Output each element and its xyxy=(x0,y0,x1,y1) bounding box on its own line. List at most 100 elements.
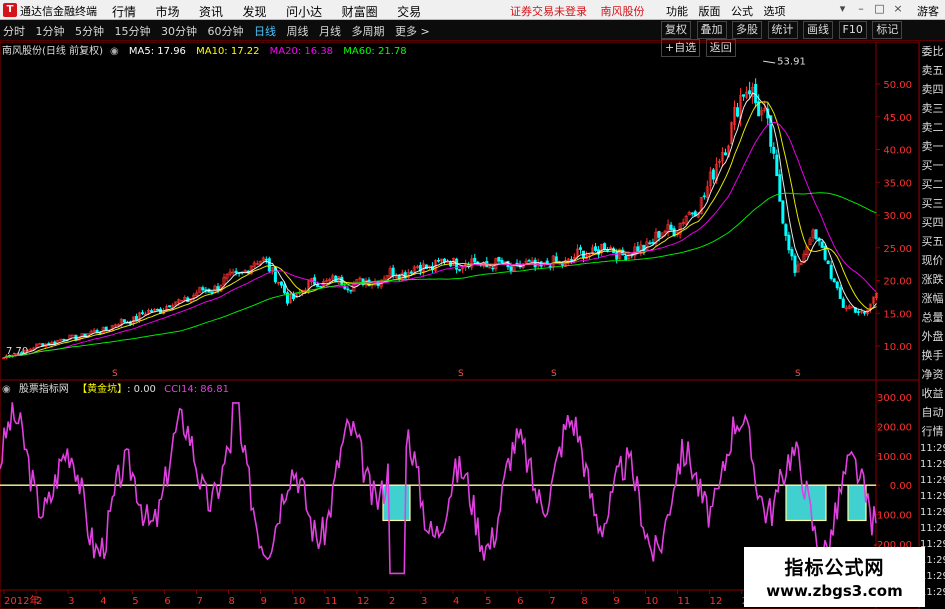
quote-item[interactable]: 涨幅 xyxy=(920,289,945,308)
quote-item[interactable]: 卖三 xyxy=(920,99,945,118)
quote-item[interactable]: 外盘 xyxy=(920,327,945,346)
candle-body xyxy=(527,260,531,262)
menu-item-discover[interactable]: 发现 xyxy=(243,3,267,20)
menu-item-quotes[interactable]: 行情 xyxy=(112,3,136,20)
close-icon[interactable]: × xyxy=(892,2,905,15)
period-tab-monthly[interactable]: 月线 xyxy=(319,23,341,39)
period-tab-daily[interactable]: 日线 xyxy=(254,23,276,39)
candle-body xyxy=(264,258,268,261)
candle-body xyxy=(409,271,413,274)
candle-body xyxy=(624,255,628,261)
time-tick-label: 5 xyxy=(132,596,138,607)
period-tab-timeshare[interactable]: 分时 xyxy=(3,23,25,39)
quote-item[interactable]: 买五 xyxy=(920,232,945,251)
candle-body xyxy=(748,90,752,95)
period-tab-1min[interactable]: 1分钟 xyxy=(36,23,65,39)
quote-item[interactable]: 自动 xyxy=(920,403,945,422)
period-tab-60min[interactable]: 60分钟 xyxy=(208,23,244,39)
app-name: 通达信金融终端 xyxy=(20,5,97,18)
signal-marker: S xyxy=(112,369,118,379)
candle-body xyxy=(156,308,160,311)
quote-item[interactable]: 总量 xyxy=(920,308,945,327)
period-tab-multi[interactable]: 多周期 xyxy=(352,23,385,39)
quote-item[interactable]: 卖四 xyxy=(920,80,945,99)
quote-item[interactable]: 买二 xyxy=(920,175,945,194)
menu-item-assistant[interactable]: 问小达 xyxy=(286,3,322,20)
period-selector: 分时 1分钟 5分钟 15分钟 30分钟 60分钟 日线 周线 月线 多周期 更… xyxy=(3,23,437,39)
quote-item[interactable]: 涨跌 xyxy=(920,270,945,289)
time-tick-label: 12 xyxy=(710,596,723,607)
time-tick-label: 7 xyxy=(549,596,555,607)
menu-item-formula[interactable]: 公式 xyxy=(731,5,753,18)
quote-item[interactable]: 卖五 xyxy=(920,61,945,80)
adjust-button[interactable]: 复权 xyxy=(661,21,691,39)
multi-stock-button[interactable]: 多股 xyxy=(732,21,762,39)
quote-item[interactable]: 买三 xyxy=(920,194,945,213)
time-tick-label: 10 xyxy=(293,596,306,607)
f10-button[interactable]: F10 xyxy=(838,21,867,39)
maximize-icon[interactable]: □ xyxy=(873,2,886,15)
price-tick-label: 40.00 xyxy=(883,146,912,157)
login-status-text[interactable]: 证券交易未登录 xyxy=(510,5,587,18)
period-tab-more[interactable]: 更多 > xyxy=(395,23,430,39)
time-tick-label: 12 xyxy=(357,596,370,607)
candle-body xyxy=(98,332,102,335)
candle-body xyxy=(104,326,108,331)
candle-body xyxy=(781,200,785,224)
title-bar: T 通达信金融终端 行情 市场 资讯 发现 问小达 财富圈 交易 证券交易未登录… xyxy=(0,0,945,20)
quote-item[interactable]: 收益 xyxy=(920,384,945,403)
candle-body xyxy=(736,107,740,117)
overlay-button[interactable]: 叠加 xyxy=(696,21,727,39)
menu-item-options[interactable]: 选项 xyxy=(764,5,786,18)
period-tab-15min[interactable]: 15分钟 xyxy=(115,23,151,39)
candle-body xyxy=(711,169,715,180)
quote-item[interactable]: 行情 xyxy=(920,422,945,441)
minimize-icon[interactable]: – xyxy=(855,2,868,15)
time-tick-label: 3 xyxy=(421,596,427,607)
period-tab-weekly[interactable]: 周线 xyxy=(287,23,309,39)
ma5-label: MA5: 17.96 xyxy=(128,46,186,57)
guest-user[interactable]: 游客 xyxy=(917,3,939,19)
quote-item[interactable]: 买一 xyxy=(920,156,945,175)
quote-item[interactable]: 净资 xyxy=(920,365,945,384)
quote-item[interactable]: 卖一 xyxy=(920,137,945,156)
candle-body xyxy=(140,312,144,315)
main-chart-legend: 南风股份(日线 前复权) ◉ MA5: 17.96 MA10: 17.22 MA2… xyxy=(2,42,414,57)
period-tab-30min[interactable]: 30分钟 xyxy=(161,23,197,39)
menu-item-layout[interactable]: 版面 xyxy=(699,5,721,18)
time-entry: 11:29 xyxy=(920,443,945,454)
candle-body xyxy=(168,305,172,308)
draw-line-button[interactable]: 画线 xyxy=(803,21,833,39)
quote-item[interactable]: 换手 xyxy=(920,346,945,365)
menu-item-news[interactable]: 资讯 xyxy=(199,3,223,20)
quote-item[interactable]: 现价 xyxy=(920,251,945,270)
chart-area[interactable]: 50.0045.0040.0035.0030.0025.0020.0015.00… xyxy=(0,42,919,609)
price-tick-label: 20.00 xyxy=(883,277,912,288)
quote-item[interactable]: 卖二 xyxy=(920,118,945,137)
quote-column: 委比 卖五 卖四 卖三 卖二 卖一 买一 买二 买三 买四 买五 现价 涨跌 涨幅 总量 外盘 换手 净资 收益 自动… xyxy=(919,42,945,609)
high-pointer xyxy=(763,60,776,64)
window-buttons: ▾ – □ × xyxy=(836,2,907,15)
menu-arrow-icon[interactable]: ▾ xyxy=(836,2,849,15)
candle-body xyxy=(826,260,830,265)
quote-item[interactable]: 委比 xyxy=(920,42,945,61)
mark-button[interactable]: 标记 xyxy=(872,21,903,39)
candle-body xyxy=(594,246,598,251)
period-tab-5min[interactable]: 5分钟 xyxy=(75,23,104,39)
menu-item-function[interactable]: 功能 xyxy=(666,5,688,18)
menu-item-trade[interactable]: 交易 xyxy=(397,3,421,20)
quote-item[interactable]: 买四 xyxy=(920,213,945,232)
indicator-dot-icon[interactable]: ◉ xyxy=(2,384,11,395)
candle-body xyxy=(820,241,824,248)
candle-body xyxy=(778,174,782,202)
price-tick-label: 15.00 xyxy=(883,309,912,320)
menu-item-market[interactable]: 市场 xyxy=(156,3,180,20)
cci-label: CCI14: 86.81 xyxy=(164,384,229,395)
candle-body xyxy=(787,234,791,251)
price-tick-label: 45.00 xyxy=(883,113,912,124)
menu-item-wealth[interactable]: 财富圈 xyxy=(342,3,378,20)
candle-body xyxy=(267,258,271,272)
statistics-button[interactable]: 统计 xyxy=(767,21,798,39)
legend-dot-icon[interactable]: ◉ xyxy=(110,46,119,57)
indicator-formula[interactable]: 【黄金坑】 xyxy=(77,384,127,395)
